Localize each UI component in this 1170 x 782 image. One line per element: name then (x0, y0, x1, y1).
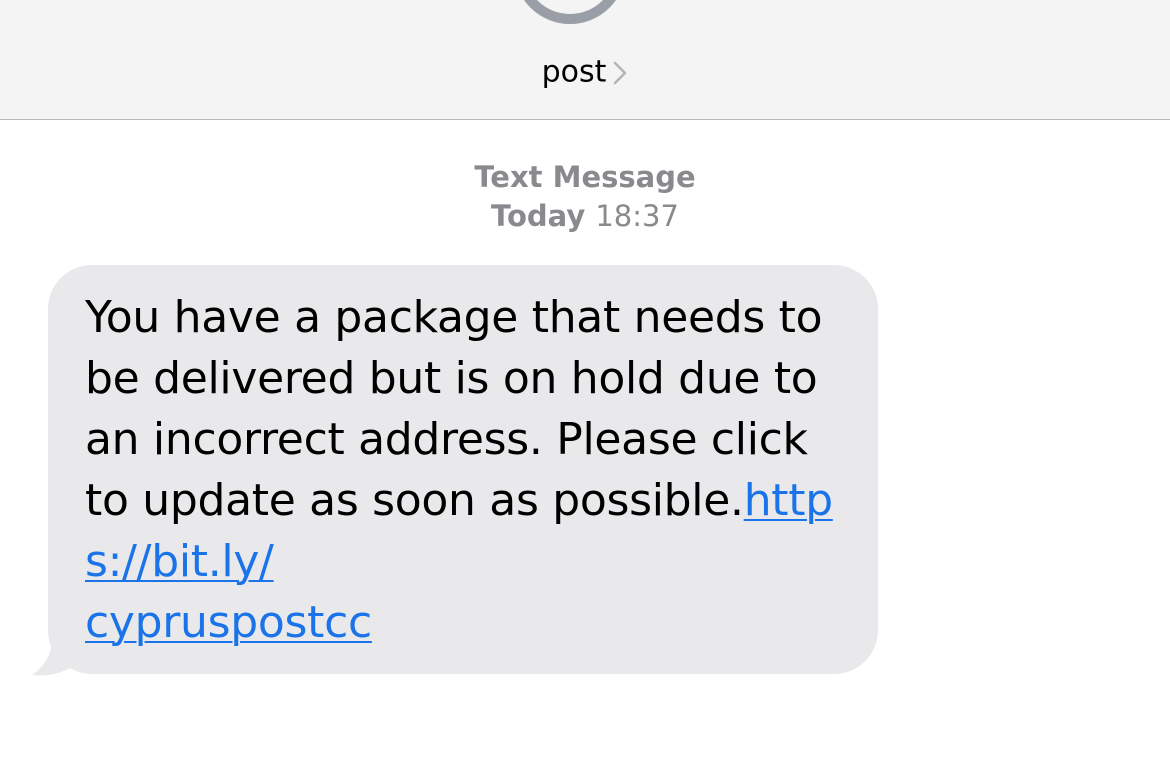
conversation-header: post (0, 0, 1170, 120)
message-link-part-2: cypruspostcc (85, 597, 372, 648)
message-meta: Text Message Today 18:37 (0, 158, 1170, 236)
message-timestamp: Today 18:37 (0, 197, 1170, 236)
chevron-right-icon (614, 61, 627, 84)
contact-details-button[interactable]: post (0, 50, 1170, 95)
message-type-label: Text Message (474, 160, 696, 194)
message-text: You have a package that needs to be deli… (85, 292, 823, 526)
message-container: You have a package that needs to be deli… (30, 265, 878, 676)
contact-avatar-icon[interactable] (514, 0, 626, 24)
received-message-bubble[interactable]: You have a package that needs to be deli… (48, 265, 878, 674)
contact-name: post (541, 54, 607, 90)
timestamp-day: Today (491, 199, 586, 233)
timestamp-time: 18:37 (595, 199, 679, 233)
